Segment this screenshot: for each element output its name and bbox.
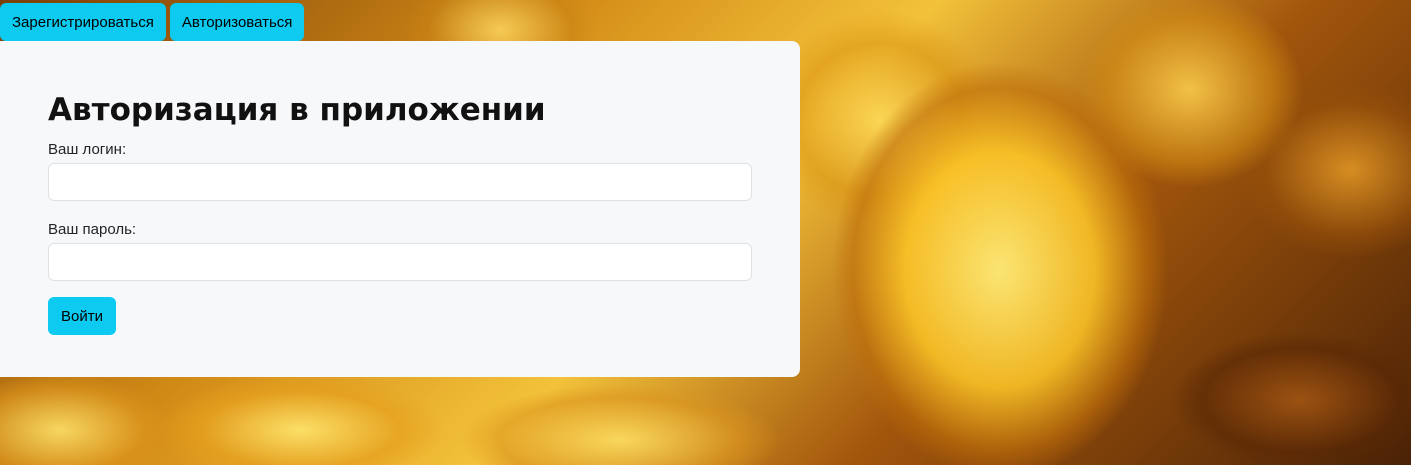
page: Зарегистрироваться Авторизоваться Автори… bbox=[0, 0, 1411, 465]
login-nav-button[interactable]: Авторизоваться bbox=[169, 3, 305, 41]
password-label: Ваш пароль: bbox=[48, 221, 137, 238]
login-label: Ваш логин: bbox=[48, 141, 127, 158]
register-button[interactable]: Зарегистрироваться bbox=[0, 3, 166, 41]
password-input[interactable] bbox=[48, 243, 752, 281]
submit-login-button[interactable]: Войти bbox=[48, 297, 116, 335]
top-navigation: Зарегистрироваться Авторизоваться bbox=[0, 3, 305, 41]
page-title: Авторизация в приложении bbox=[48, 92, 546, 128]
auth-form-card: Авторизация в приложении Ваш логин: Ваш … bbox=[0, 41, 800, 377]
login-input[interactable] bbox=[48, 163, 752, 201]
